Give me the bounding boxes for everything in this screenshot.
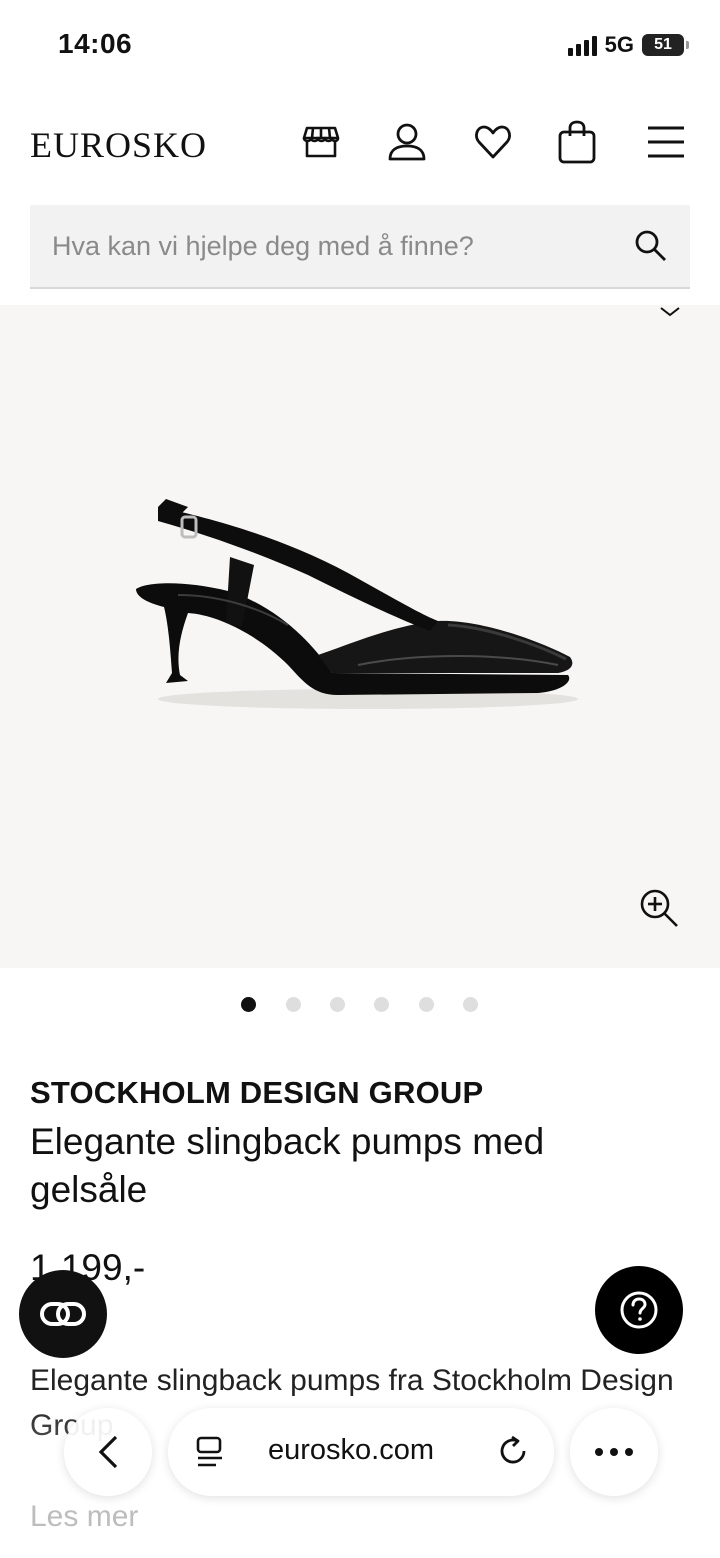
- gallery-dot-2[interactable]: [286, 997, 301, 1012]
- browser-address-bar[interactable]: eurosko.com: [168, 1408, 554, 1496]
- status-bar: 14:06 5G 51: [0, 0, 720, 90]
- eurosko-logo[interactable]: EUROSKO: [30, 124, 207, 166]
- bag-icon[interactable]: [555, 120, 599, 164]
- search-input[interactable]: [52, 205, 622, 287]
- gallery-dot-6[interactable]: [463, 997, 478, 1012]
- gallery-dot-1[interactable]: [241, 997, 256, 1012]
- status-indicators: 5G 51: [567, 32, 689, 58]
- heart-icon[interactable]: [471, 120, 515, 164]
- product-image-gallery[interactable]: [0, 305, 720, 968]
- status-time: 14:06: [58, 28, 133, 59]
- gallery-dot-3[interactable]: [330, 997, 345, 1012]
- store-icon[interactable]: [299, 120, 343, 164]
- reload-icon[interactable]: [496, 1434, 530, 1473]
- battery-level: 51: [654, 36, 672, 53]
- product-brand[interactable]: STOCKHOLM DESIGN GROUP: [30, 1075, 483, 1111]
- zoom-in-icon[interactable]: [638, 887, 680, 934]
- search-icon[interactable]: [634, 229, 668, 268]
- user-icon[interactable]: [385, 120, 429, 164]
- product-image: [118, 495, 588, 740]
- chevron-down-icon[interactable]: [658, 305, 682, 324]
- tabs-icon[interactable]: [194, 1436, 226, 1473]
- site-header: EUROSKO: [0, 100, 720, 190]
- gallery-dot-4[interactable]: [374, 997, 389, 1012]
- browser-back-button[interactable]: [64, 1408, 152, 1496]
- product-title: Elegante slingback pumps med gelsåle: [30, 1121, 545, 1210]
- browser-more-button[interactable]: [570, 1408, 658, 1496]
- link-toggle-button[interactable]: [19, 1270, 107, 1358]
- read-more-link[interactable]: Les mer: [30, 1500, 138, 1534]
- gallery-dot-5[interactable]: [419, 997, 434, 1012]
- help-button[interactable]: [595, 1266, 683, 1354]
- search-bar: [30, 205, 690, 289]
- signal-icon: [567, 34, 597, 56]
- battery-icon: 51: [642, 34, 689, 56]
- menu-icon[interactable]: [644, 120, 688, 164]
- network-type: 5G: [604, 32, 634, 57]
- browser-url[interactable]: eurosko.com: [268, 1434, 434, 1467]
